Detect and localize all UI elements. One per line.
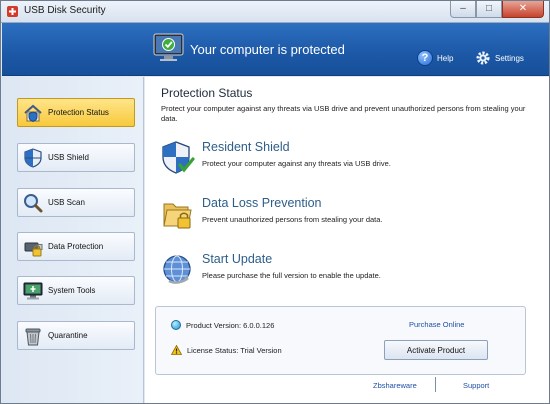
- usb-drive-lock-icon: [24, 242, 43, 256]
- version-row: Product Version: 6.0.0.126: [171, 320, 274, 330]
- close-button[interactable]: ✕: [502, 1, 544, 18]
- maximize-button[interactable]: □: [476, 1, 502, 18]
- sidebar-item-protection-status[interactable]: Protection Status: [17, 98, 135, 127]
- feature-title[interactable]: Resident Shield: [202, 140, 290, 154]
- globe-icon: [171, 320, 181, 330]
- sidebar-item-data-protection[interactable]: Data Protection: [17, 232, 135, 261]
- activate-product-button[interactable]: Activate Product: [384, 340, 488, 360]
- sidebar-item-label: Quarantine: [48, 331, 88, 340]
- license-status: License Status: Trial Version: [187, 345, 282, 355]
- window-controls: – □ ✕: [450, 1, 544, 19]
- sidebar-item-label: Data Protection: [48, 242, 104, 251]
- purchase-online-link[interactable]: Purchase Online: [409, 320, 464, 329]
- page-description: Protect your computer against any threat…: [161, 104, 526, 123]
- header-banner: Your computer is protected ? Help Settin…: [2, 23, 549, 76]
- app-window: USB Disk Security – □ ✕ Your computer is…: [0, 0, 550, 404]
- warning-icon: [171, 345, 182, 355]
- main-panel: Protection Status Protect your computer …: [145, 77, 549, 403]
- protection-status-text: Your computer is protected: [190, 42, 345, 57]
- help-icon: ?: [417, 50, 433, 66]
- license-row: License Status: Trial Version: [171, 345, 282, 355]
- close-icon: ✕: [518, 3, 528, 14]
- sidebar-item-label: System Tools: [48, 286, 96, 295]
- gear-icon: [476, 51, 490, 65]
- monitor-check-icon: [153, 33, 184, 61]
- sidebar-item-label: USB Shield: [48, 153, 89, 162]
- sidebar-item-usb-shield[interactable]: USB Shield: [17, 143, 135, 172]
- shield-icon: [24, 147, 42, 168]
- app-icon: [7, 6, 18, 17]
- product-version: Product Version: 6.0.0.126: [186, 320, 275, 330]
- help-label: Help: [437, 53, 454, 63]
- sidebar-item-system-tools[interactable]: System Tools: [17, 276, 135, 305]
- sidebar-item-quarantine[interactable]: Quarantine: [17, 321, 135, 350]
- sidebar-item-label: Protection Status: [48, 108, 109, 117]
- title-bar[interactable]: USB Disk Security – □ ✕: [1, 1, 549, 23]
- maximize-icon: □: [485, 3, 493, 14]
- product-info-box: Product Version: 6.0.0.126 License Statu…: [155, 306, 526, 375]
- help-button[interactable]: ? Help: [417, 50, 453, 66]
- sidebar: Protection Status USB Shield USB Scan Da…: [2, 77, 144, 403]
- shield-check-icon: [162, 141, 195, 174]
- zbshareware-link[interactable]: Zbshareware: [373, 381, 417, 390]
- sidebar-item-label: USB Scan: [48, 198, 85, 207]
- feature-description: Protect your computer against any threat…: [202, 159, 391, 168]
- support-link[interactable]: Support: [463, 381, 489, 390]
- minimize-icon: –: [460, 3, 466, 14]
- minimize-button[interactable]: –: [450, 1, 476, 18]
- feature-description: Prevent unauthorized persons from steali…: [202, 215, 383, 224]
- feature-description: Please purchase the full version to enab…: [202, 271, 381, 280]
- page-title: Protection Status: [161, 86, 253, 100]
- sidebar-item-usb-scan[interactable]: USB Scan: [17, 188, 135, 217]
- feature-title[interactable]: Data Loss Prevention: [202, 196, 322, 210]
- feature-title[interactable]: Start Update: [202, 252, 272, 266]
- footer-divider: [435, 377, 436, 392]
- window-title: USB Disk Security: [24, 5, 106, 16]
- magnifier-icon: [24, 193, 43, 212]
- house-shield-icon: [24, 104, 42, 122]
- settings-label: Settings: [495, 53, 524, 63]
- globe-update-icon: [163, 255, 191, 284]
- monitor-tools-icon: [23, 282, 43, 299]
- folder-lock-icon: [163, 203, 192, 229]
- settings-button[interactable]: Settings: [475, 50, 524, 66]
- trash-bin-icon: [25, 328, 41, 345]
